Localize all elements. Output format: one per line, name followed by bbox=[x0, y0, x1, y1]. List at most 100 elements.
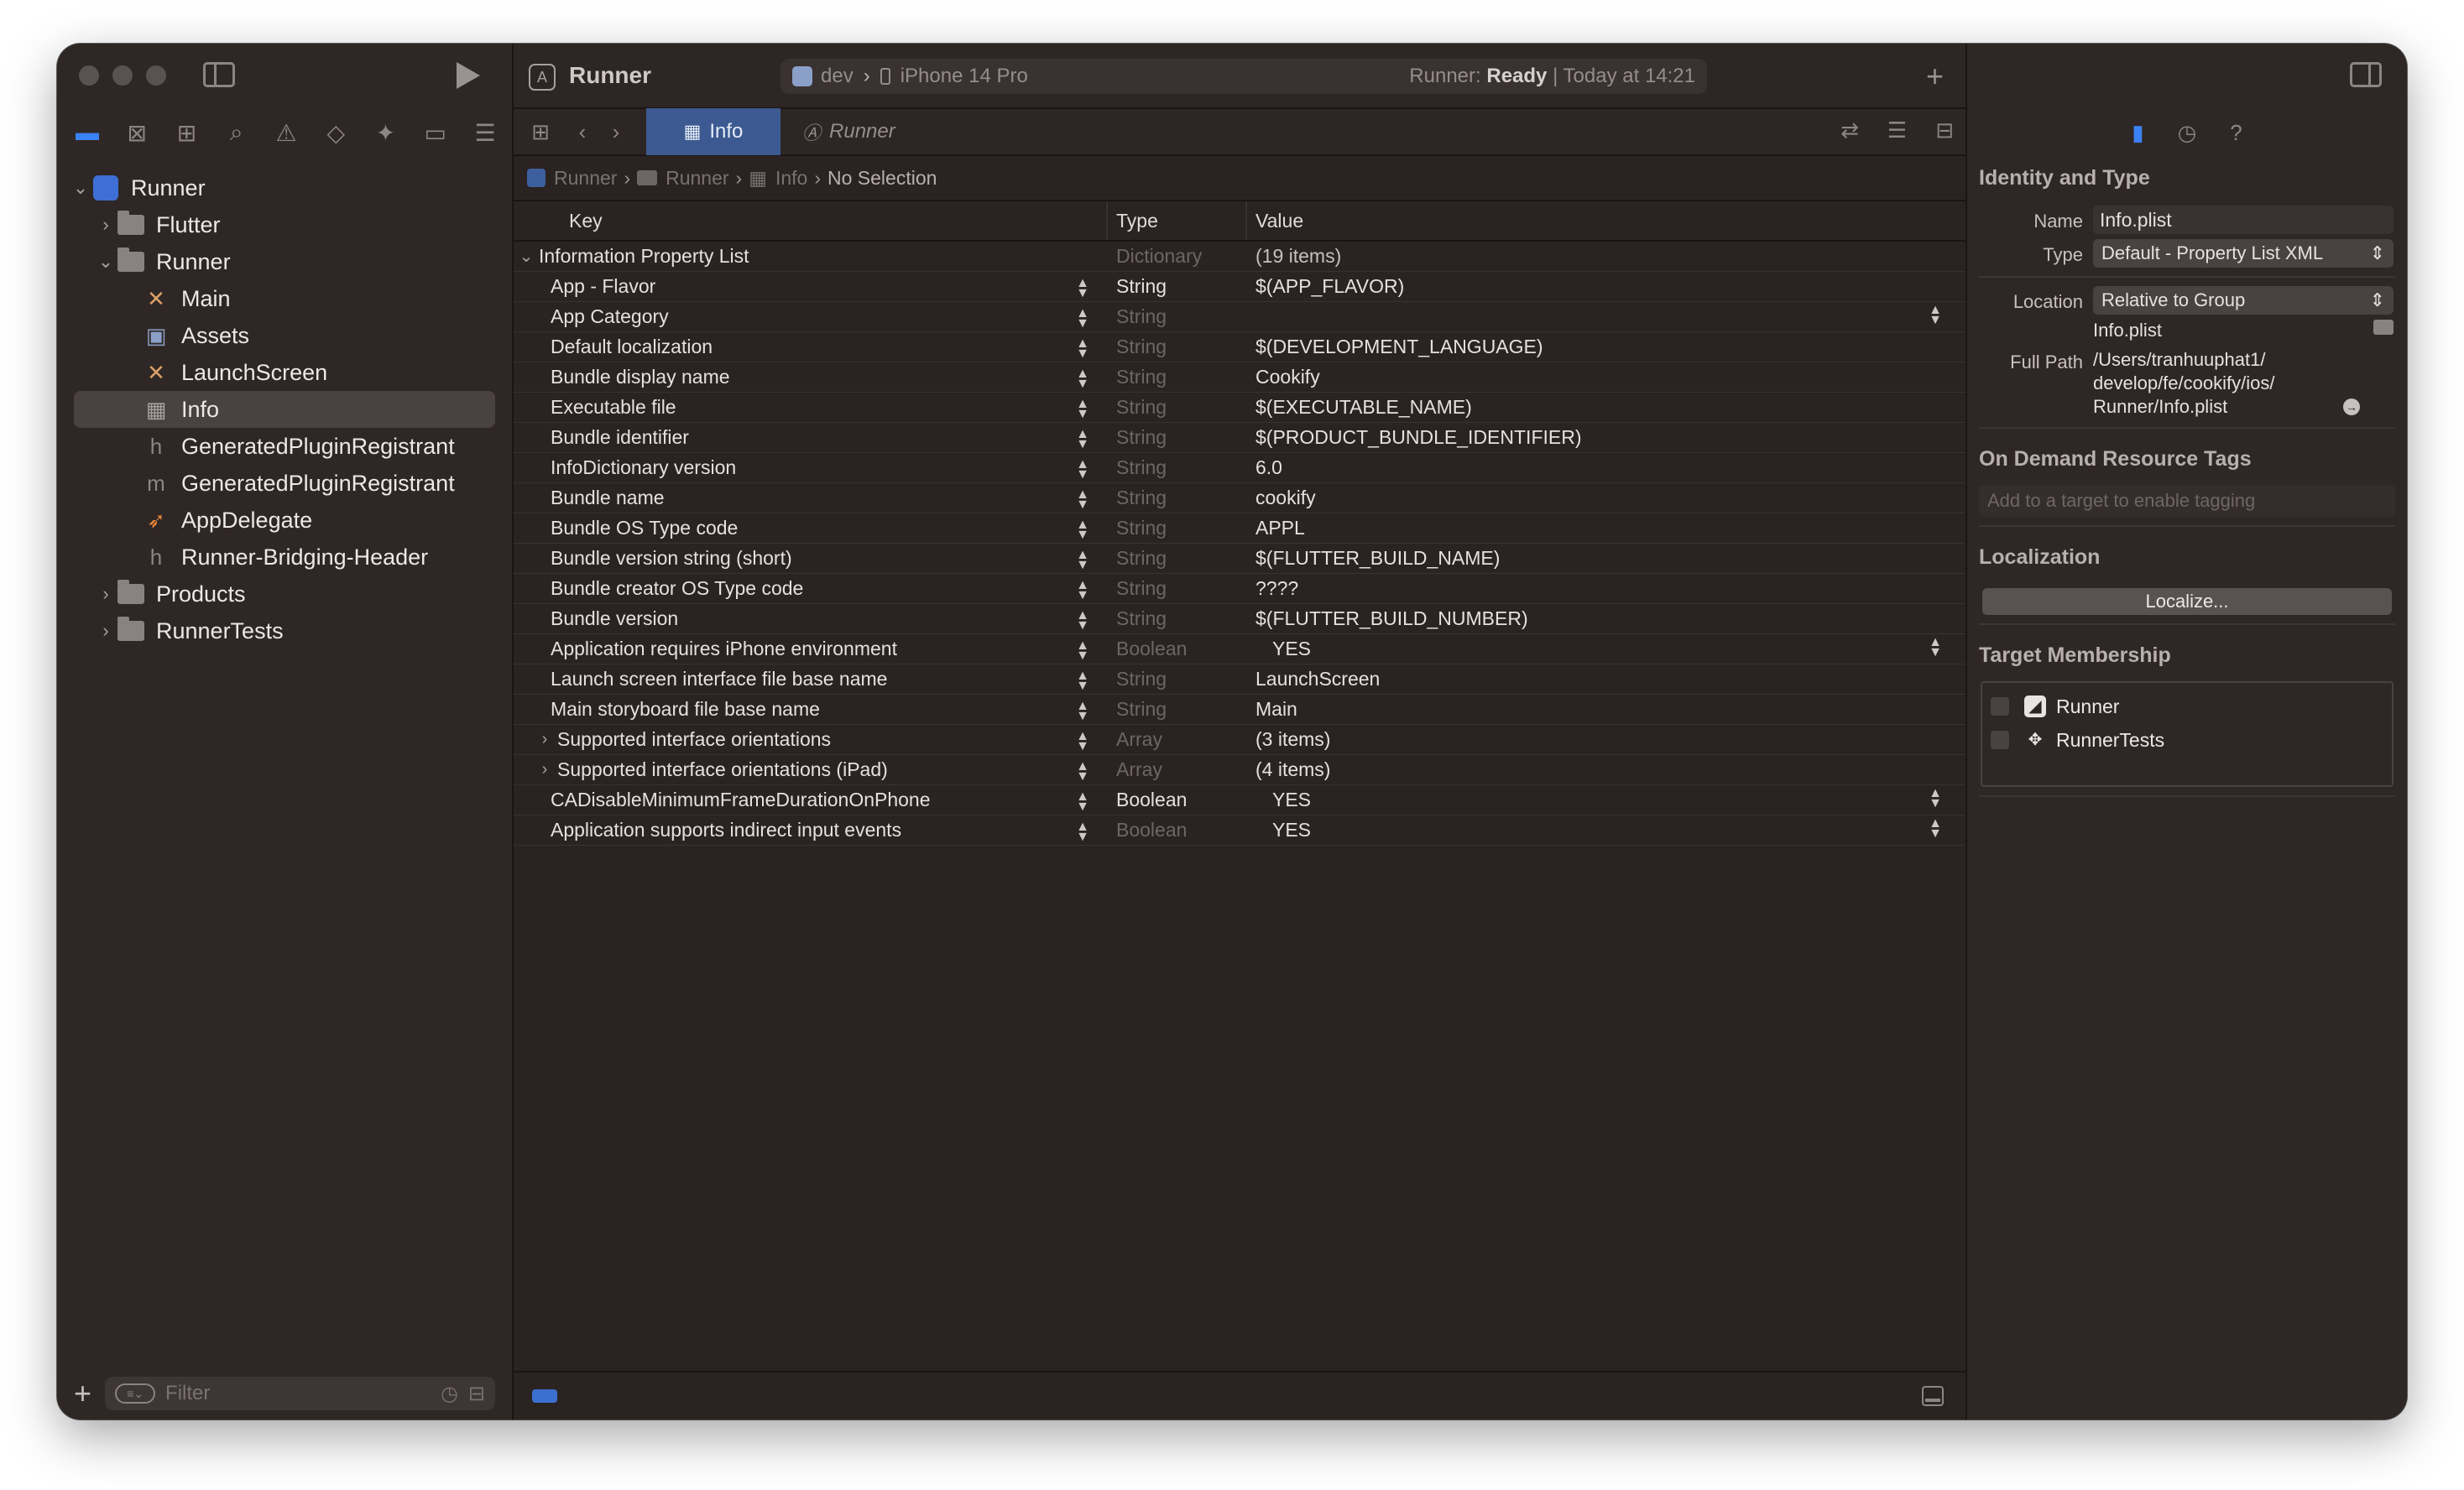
related-items-grid-icon[interactable]: ⊞ bbox=[525, 119, 556, 145]
disclosure-chevron-icon[interactable]: › bbox=[96, 214, 116, 236]
plist-row[interactable]: Default localization ▲ ▼ String $(DEVELOPMEN… bbox=[514, 332, 1965, 362]
plist-row[interactable]: Bundle name ▲ ▼ String cookify bbox=[514, 483, 1965, 513]
reveal-arrow-icon[interactable]: → bbox=[2343, 399, 2360, 415]
plist-value[interactable]: YES bbox=[1272, 789, 1311, 811]
symbol-navigator-icon[interactable]: ⊞ bbox=[172, 119, 202, 147]
plist-type[interactable]: String bbox=[1108, 668, 1247, 690]
find-navigator-icon[interactable]: ⌕ bbox=[222, 119, 252, 147]
plist-row[interactable]: › Supported interface orientations (iPad)… bbox=[514, 755, 1965, 785]
value-updown-icon[interactable]: ▲ ▼ bbox=[1929, 817, 1942, 841]
breakpoint-navigator-icon[interactable]: ▭ bbox=[420, 119, 451, 147]
plist-value[interactable]: (3 items) bbox=[1255, 728, 1330, 751]
odr-tags-field[interactable]: Add to a target to enable tagging bbox=[1979, 485, 2395, 517]
tab-runner[interactable]: Ⓐ Runner bbox=[780, 108, 917, 155]
plist-type[interactable]: String bbox=[1108, 336, 1247, 358]
localize-button[interactable]: Localize... bbox=[1982, 588, 2392, 615]
plist-row[interactable]: App - Flavor ▲ ▼ String $(APP_FLAVOR) bbox=[514, 272, 1965, 302]
tree-item-runner[interactable]: ⌄ Runner bbox=[57, 169, 512, 206]
history-clock-icon[interactable]: ◷ bbox=[2178, 120, 2197, 146]
value-updown-icon[interactable]: ▲ ▼ bbox=[1929, 636, 1942, 659]
plist-type[interactable]: String bbox=[1108, 698, 1247, 721]
disclosure-chevron-icon[interactable]: › bbox=[532, 760, 557, 779]
scheme-selector[interactable]: dev bbox=[821, 65, 854, 88]
tree-item-appdelegate[interactable]: ➶ AppDelegate bbox=[57, 502, 512, 539]
tree-item-products[interactable]: › Products bbox=[57, 576, 512, 612]
plist-value[interactable]: (19 items) bbox=[1255, 245, 1341, 268]
tree-item-launchscreen[interactable]: ✕ LaunchScreen bbox=[57, 354, 512, 391]
tree-item-generatedpluginregistrant[interactable]: m GeneratedPluginRegistrant bbox=[57, 465, 512, 502]
breakpoints-toggle-icon[interactable] bbox=[532, 1389, 557, 1403]
plist-type[interactable]: Array bbox=[1108, 728, 1247, 751]
back-chevron-icon[interactable]: ‹ bbox=[567, 119, 598, 145]
tree-item-info[interactable]: ▦ Info bbox=[74, 391, 495, 428]
debug-navigator-icon[interactable]: ✦ bbox=[371, 119, 401, 147]
sidebar-toggle-icon[interactable] bbox=[203, 62, 235, 87]
plist-type[interactable]: String bbox=[1108, 426, 1247, 449]
plist-row[interactable]: Bundle identifier ▲ ▼ String $(PRODUCT_BUNDL… bbox=[514, 423, 1965, 453]
plist-value[interactable]: (4 items) bbox=[1255, 758, 1330, 781]
plist-type[interactable]: String bbox=[1108, 305, 1247, 328]
plist-value[interactable]: $(APP_FLAVOR) bbox=[1255, 275, 1404, 298]
plist-row[interactable]: Application requires iPhone environment ▲… bbox=[514, 634, 1965, 664]
disclosure-chevron-icon[interactable]: ⌄ bbox=[96, 251, 116, 273]
plist-value[interactable]: YES bbox=[1272, 819, 1311, 841]
key-updown-icon[interactable]: ▲ ▼ bbox=[1076, 669, 1089, 693]
tree-item-main[interactable]: ✕ Main bbox=[57, 280, 512, 317]
plist-type[interactable]: String bbox=[1108, 517, 1247, 539]
target-runnertests-checkbox[interactable] bbox=[1991, 731, 2009, 749]
tree-item-assets[interactable]: ▣ Assets bbox=[57, 317, 512, 354]
swap-arrows-icon[interactable]: ⇄ bbox=[1840, 117, 1859, 143]
navigator-filter-field[interactable]: ≡⌄ Filter ◷ ⊟ bbox=[105, 1377, 495, 1410]
disclosure-chevron-icon[interactable]: › bbox=[532, 730, 557, 749]
plist-row[interactable]: CADisableMinimumFrameDurationOnPhone ▲ ▼ Bo… bbox=[514, 785, 1965, 815]
target-runner-checkbox[interactable] bbox=[1991, 697, 2009, 716]
key-updown-icon[interactable]: ▲ ▼ bbox=[1076, 337, 1089, 361]
close-window-button[interactable] bbox=[79, 65, 99, 86]
plist-type[interactable]: Boolean bbox=[1108, 819, 1247, 841]
disclosure-chevron-icon[interactable]: ⌄ bbox=[514, 246, 539, 267]
plist-value[interactable]: YES bbox=[1272, 638, 1311, 660]
key-updown-icon[interactable]: ▲ ▼ bbox=[1076, 790, 1089, 814]
disclosure-chevron-icon[interactable]: › bbox=[96, 620, 116, 642]
plist-value[interactable]: $(FLUTTER_BUILD_NAME) bbox=[1255, 547, 1500, 570]
disclosure-chevron-icon[interactable]: ⌄ bbox=[70, 177, 91, 199]
plist-value[interactable]: 6.0 bbox=[1255, 456, 1282, 479]
recent-files-clock-icon[interactable]: ◷ bbox=[441, 1382, 458, 1406]
plist-value[interactable]: $(FLUTTER_BUILD_NUMBER) bbox=[1255, 607, 1528, 630]
help-question-icon[interactable]: ? bbox=[2230, 120, 2242, 146]
key-updown-icon[interactable]: ▲ ▼ bbox=[1076, 730, 1089, 753]
plist-row[interactable]: Bundle version ▲ ▼ String $(FLUTTER_BUILD_NU… bbox=[514, 604, 1965, 634]
source-control-icon[interactable]: ⊠ bbox=[122, 119, 152, 147]
tree-item-runner-bridging-header[interactable]: h Runner-Bridging-Header bbox=[57, 539, 512, 576]
key-updown-icon[interactable]: ▲ ▼ bbox=[1076, 760, 1089, 784]
key-updown-icon[interactable]: ▲ ▼ bbox=[1076, 458, 1089, 482]
file-type-popup[interactable]: Default - Property List XML ⇕ bbox=[2093, 239, 2394, 268]
plist-type[interactable]: String bbox=[1108, 396, 1247, 419]
zoom-window-button[interactable] bbox=[146, 65, 166, 86]
plist-row[interactable]: App Category ▲ ▼ String ▲ ▼ bbox=[514, 302, 1965, 332]
breadcrumb-file[interactable]: ▦ Info bbox=[749, 167, 807, 190]
project-navigator-folder-icon[interactable]: ▬ bbox=[72, 119, 102, 146]
key-updown-icon[interactable]: ▲ ▼ bbox=[1076, 579, 1089, 602]
key-updown-icon[interactable]: ▲ ▼ bbox=[1076, 428, 1089, 451]
device-selector[interactable]: iPhone 14 Pro bbox=[901, 65, 1028, 88]
plist-row[interactable]: Bundle display name ▲ ▼ String Cookify bbox=[514, 362, 1965, 393]
plist-row[interactable]: Bundle creator OS Type code ▲ ▼ String???? bbox=[514, 574, 1965, 604]
plist-row[interactable]: Executable file ▲ ▼ String $(EXECUTABLE_NAME… bbox=[514, 393, 1965, 423]
filter-options-icon[interactable]: ≡⌄ bbox=[115, 1383, 156, 1404]
plist-row[interactable]: InfoDictionary version ▲ ▼ String 6.0 bbox=[514, 453, 1965, 483]
key-column-header[interactable]: Key bbox=[514, 201, 1108, 240]
key-updown-icon[interactable]: ▲ ▼ bbox=[1076, 367, 1089, 391]
forward-chevron-icon[interactable]: › bbox=[601, 119, 631, 145]
key-updown-icon[interactable]: ▲ ▼ bbox=[1076, 609, 1089, 633]
plist-row[interactable]: Bundle version string (short) ▲ ▼ String $(F… bbox=[514, 544, 1965, 574]
plist-type[interactable]: String bbox=[1108, 487, 1247, 509]
plist-row[interactable]: Main storyboard file base name ▲ ▼ String Ma… bbox=[514, 695, 1965, 725]
minimize-window-button[interactable] bbox=[112, 65, 133, 86]
file-inspector-doc-icon[interactable]: ▮ bbox=[2132, 120, 2143, 146]
report-navigator-icon[interactable]: ☰ bbox=[470, 119, 500, 147]
type-column-header[interactable]: Type bbox=[1108, 201, 1247, 240]
plist-type[interactable]: String bbox=[1108, 607, 1247, 630]
value-column-header[interactable]: Value bbox=[1247, 201, 1965, 240]
plist-row[interactable]: Launch screen interface file base name ▲ ▼… bbox=[514, 664, 1965, 695]
